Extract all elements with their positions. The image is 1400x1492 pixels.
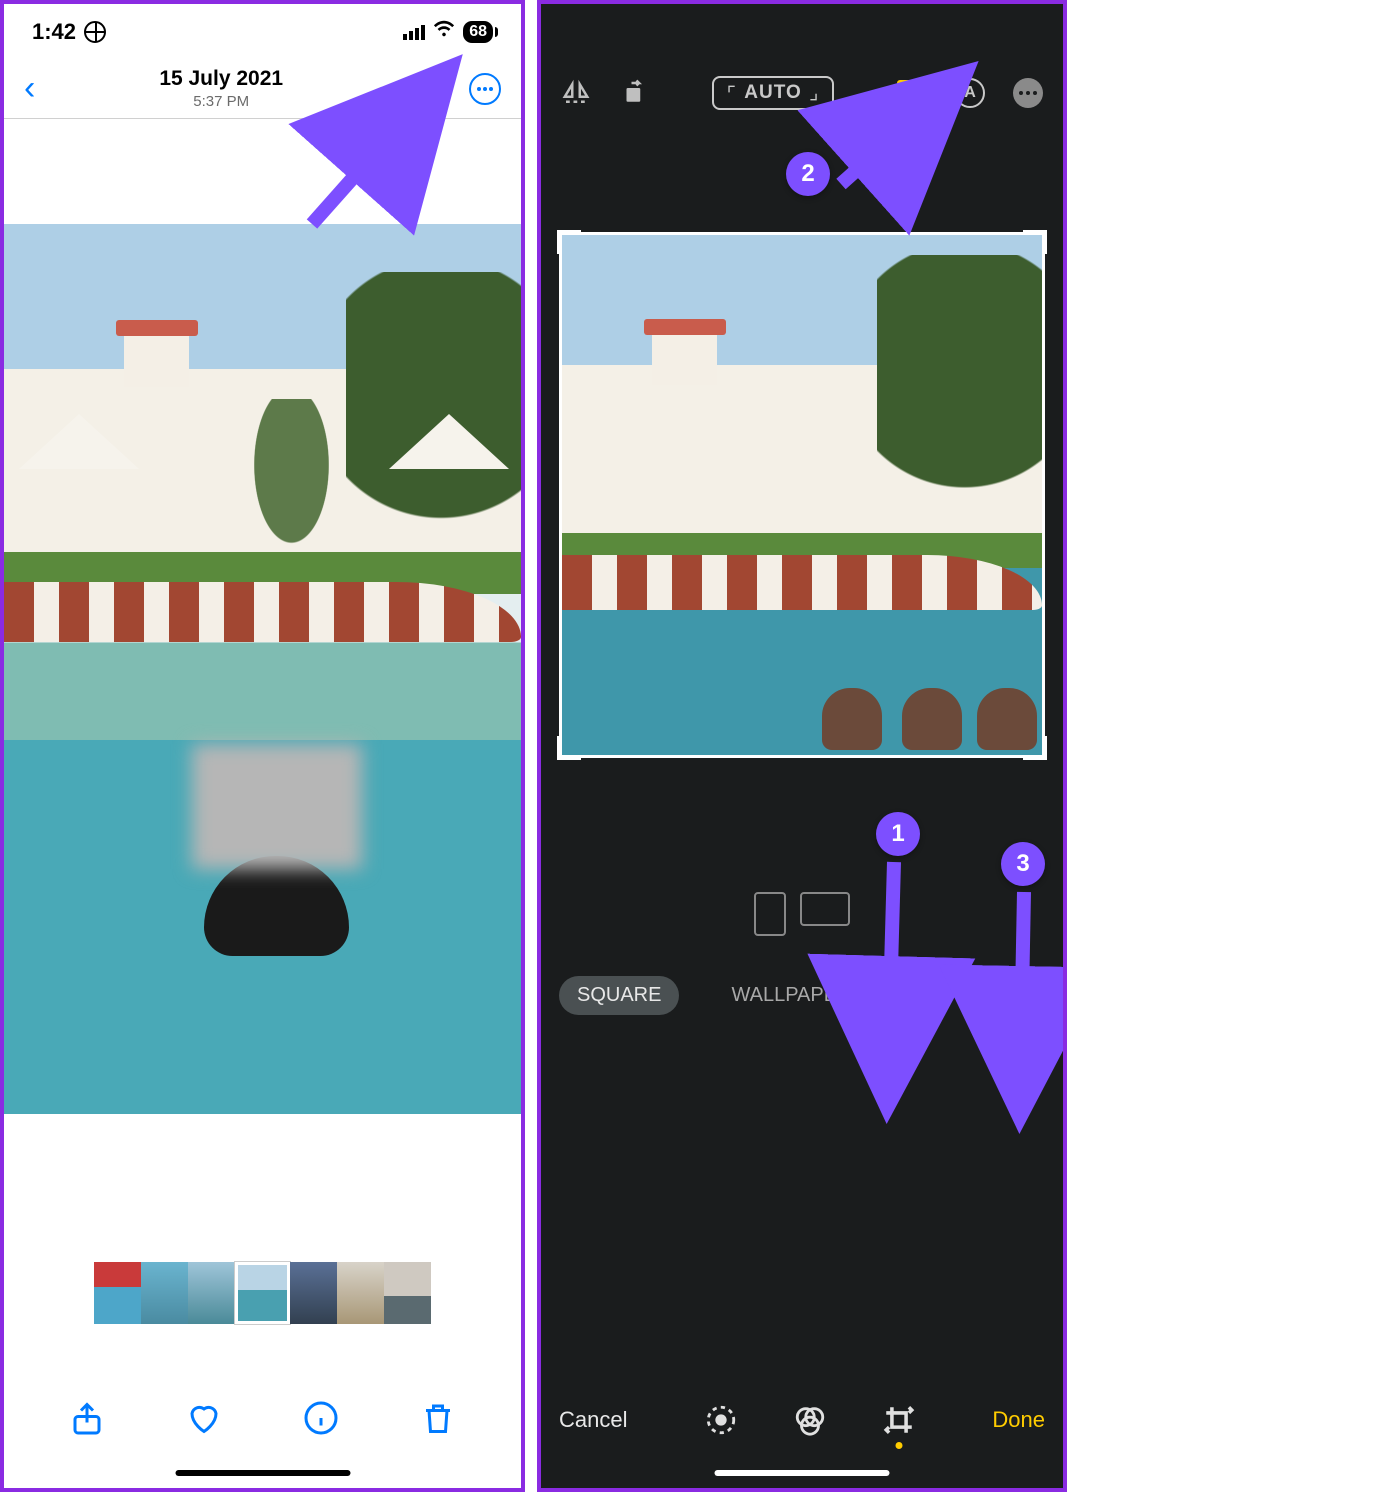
rotate-icon[interactable] [619,78,649,108]
cellular-signal-icon [403,24,425,40]
auto-enhance-button[interactable]: ⌜AUTO⌟ [712,76,834,110]
crop-handle-top-left[interactable] [557,230,581,254]
orientation-toggle [541,892,1063,936]
annotation-badge-1: 1 [876,812,920,856]
location-globe-icon [84,21,106,43]
landscape-option[interactable] [800,892,850,926]
cancel-button[interactable]: Cancel [559,1407,627,1433]
photo-preview[interactable] [4,224,521,1114]
aspect-ratio-icon[interactable] [897,80,927,106]
more-actions-button[interactable] [469,73,501,105]
edit-top-bar: ⌜AUTO⌟ A [541,4,1063,164]
back-button[interactable]: ‹ [24,69,35,108]
nav-bar: ‹ 15 July 2021 5:37 PM Edit [4,59,521,119]
home-indicator[interactable] [175,1470,350,1476]
thumbnail[interactable] [337,1262,384,1324]
crop-frame-border[interactable] [559,232,1045,758]
annotation-arrow [292,99,442,244]
photo-date: 15 July 2021 [35,67,407,91]
status-time: 1:42 [32,19,76,45]
done-button[interactable]: Done [992,1407,1045,1433]
thumbnail[interactable] [290,1262,337,1324]
home-indicator[interactable] [715,1470,890,1476]
flip-horizontal-icon[interactable] [561,78,591,108]
thumbnail[interactable] [94,1262,141,1324]
edit-button[interactable]: Edit [407,76,445,102]
photo-edit-crop-screen: ⌜AUTO⌟ A SQUARE WALLPAPER 9:16 5:7 3:5 [537,0,1067,1492]
trash-icon[interactable] [420,1400,456,1436]
annotation-arrow [859,852,919,1067]
ratio-5-7[interactable]: 5:7 [994,984,1022,1007]
markup-icon[interactable]: A [955,78,985,108]
photo-title: 15 July 2021 5:37 PM [35,67,407,110]
adjust-icon[interactable] [704,1403,738,1437]
thumbnail-selected[interactable] [235,1262,290,1324]
annotation-badge-2: 2 [786,152,830,196]
share-icon[interactable] [69,1400,105,1436]
info-icon[interactable] [303,1400,339,1436]
ratio-square[interactable]: SQUARE [559,976,679,1015]
crop-rotate-icon[interactable] [882,1403,916,1437]
photos-viewer-screen: 1:42 68 ‹ 15 July 2021 5:37 PM Edit [0,0,525,1492]
filters-icon[interactable] [793,1403,827,1437]
aspect-ratio-row[interactable]: SQUARE WALLPAPER 9:16 5:7 3:5 [541,976,1063,1015]
thumbnail[interactable] [188,1262,235,1324]
ratio-9-16[interactable]: 9:16 [904,984,943,1007]
portrait-option[interactable] [754,892,786,936]
favorite-heart-icon[interactable] [186,1400,222,1436]
thumbnail-strip[interactable] [4,1262,521,1324]
thumbnail[interactable] [141,1262,188,1324]
crop-handle-bottom-right[interactable] [1023,736,1047,760]
crop-handle-top-right[interactable] [1023,230,1047,254]
status-bar: 1:42 68 [4,4,521,59]
thumbnail[interactable] [384,1262,431,1324]
ratio-wallpaper[interactable]: WALLPAPER [731,984,851,1007]
annotation-badge-3: 3 [1001,842,1045,886]
bottom-toolbar [4,1388,521,1448]
wifi-icon [433,18,455,46]
more-options-icon[interactable] [1013,78,1043,108]
battery-indicator: 68 [463,21,493,43]
crop-area[interactable] [559,232,1045,758]
photo-time: 5:37 PM [35,93,407,110]
crop-handle-bottom-left[interactable] [557,736,581,760]
edit-bottom-bar: Cancel Done [541,1392,1063,1448]
